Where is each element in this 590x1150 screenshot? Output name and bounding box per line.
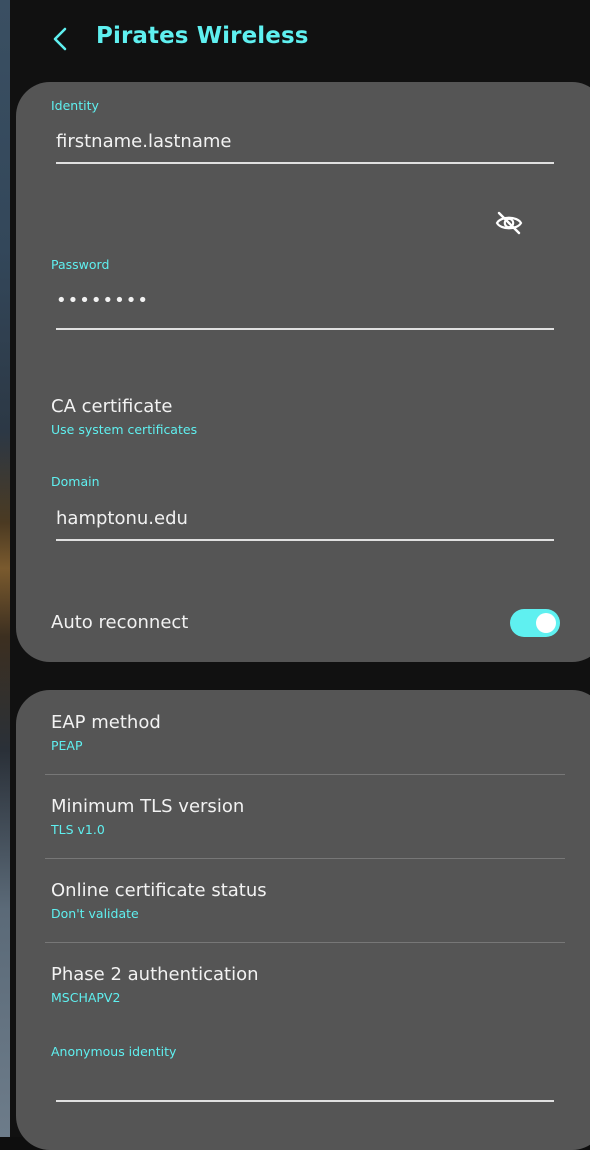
credentials-card: Identity firstname.lastname Password •••… xyxy=(16,82,590,662)
divider xyxy=(45,774,565,775)
min-tls-title: Minimum TLS version xyxy=(51,796,245,817)
identity-label: Identity xyxy=(51,98,99,113)
min-tls-row[interactable]: Minimum TLS version TLS v1.0 xyxy=(16,786,590,856)
eap-method-row[interactable]: EAP method PEAP xyxy=(16,702,590,772)
domain-input[interactable]: hamptonu.edu xyxy=(56,508,188,529)
identity-input[interactable]: firstname.lastname xyxy=(56,131,231,152)
auto-reconnect-toggle[interactable] xyxy=(510,609,560,637)
ca-certificate-title: CA certificate xyxy=(51,396,173,417)
app-header: Pirates Wireless xyxy=(0,0,590,80)
phase2-title: Phase 2 authentication xyxy=(51,964,259,985)
identity-underline xyxy=(56,162,554,164)
eap-method-value: PEAP xyxy=(51,738,83,753)
ocsp-title: Online certificate status xyxy=(51,880,267,901)
auto-reconnect-label: Auto reconnect xyxy=(51,612,189,633)
divider xyxy=(45,942,565,943)
eap-method-title: EAP method xyxy=(51,712,161,733)
toggle-knob xyxy=(536,613,556,633)
min-tls-value: TLS v1.0 xyxy=(51,822,105,837)
ocsp-value: Don't validate xyxy=(51,906,139,921)
divider xyxy=(45,858,565,859)
anonymous-identity-label: Anonymous identity xyxy=(51,1044,177,1059)
password-label: Password xyxy=(51,257,110,272)
eye-off-icon[interactable] xyxy=(494,210,524,236)
ca-certificate-row[interactable]: CA certificate Use system certificates xyxy=(16,382,590,442)
phase2-value: MSCHAPV2 xyxy=(51,990,121,1005)
anonymous-identity-underline xyxy=(56,1100,554,1102)
wifi-network-settings-screen: Pirates Wireless Identity firstname.last… xyxy=(0,0,590,1150)
anonymous-identity-input[interactable] xyxy=(56,1070,554,1094)
password-underline xyxy=(56,328,554,330)
page-title: Pirates Wireless xyxy=(96,23,309,49)
domain-underline xyxy=(56,539,554,541)
ca-certificate-value: Use system certificates xyxy=(51,422,198,437)
chevron-left-icon[interactable] xyxy=(46,24,76,54)
phase2-row[interactable]: Phase 2 authentication MSCHAPV2 xyxy=(16,954,590,1024)
password-input[interactable]: •••••••• xyxy=(56,290,149,311)
domain-label: Domain xyxy=(51,474,100,489)
ocsp-row[interactable]: Online certificate status Don't validate xyxy=(16,870,590,940)
advanced-settings-card: EAP method PEAP Minimum TLS version TLS … xyxy=(16,690,590,1150)
